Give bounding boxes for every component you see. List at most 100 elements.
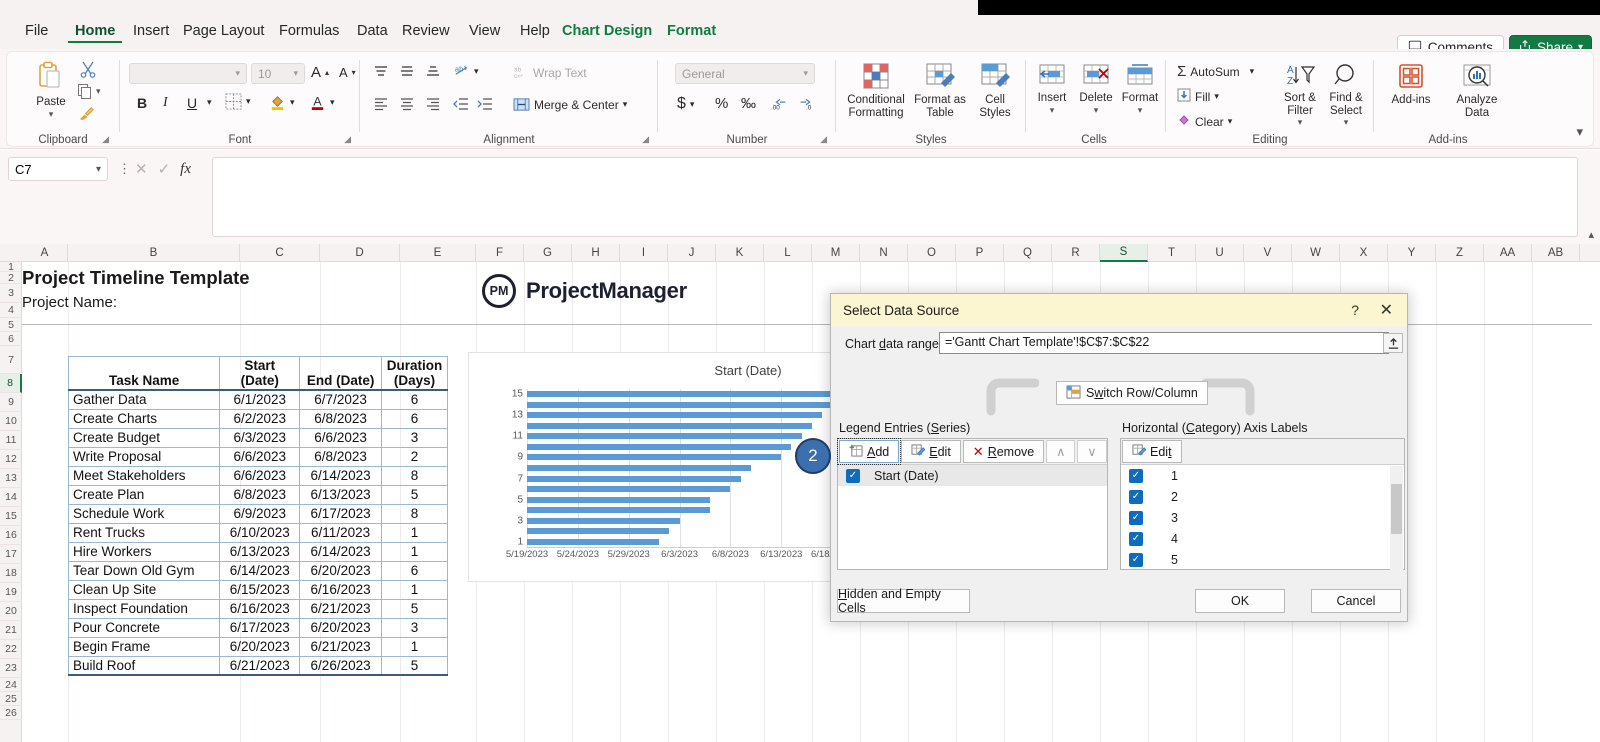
underline-button[interactable]: U [187, 95, 197, 111]
table-row[interactable]: Write Proposal 6/6/2023 6/8/2023 2 [67, 446, 448, 467]
column-header-Y[interactable]: Y [1388, 244, 1436, 262]
row-header-5[interactable]: 5 [0, 318, 22, 332]
currency-button[interactable]: $ ▾ [677, 95, 694, 113]
ok-button[interactable]: OK [1195, 589, 1285, 613]
cell-styles-button[interactable]: Cell Styles [969, 63, 1021, 119]
edit-series-button[interactable]: Edit [901, 440, 961, 463]
task-table[interactable]: Task Name Start (Date) End (Date) Durati… [67, 356, 448, 676]
row-header-23[interactable]: 23 [0, 659, 22, 678]
cut-button[interactable] [79, 60, 97, 78]
column-header-W[interactable]: W [1292, 244, 1340, 262]
row-header-8[interactable]: 8 [0, 374, 22, 393]
decrease-decimal-button[interactable]: .0 [797, 95, 815, 111]
table-row[interactable]: Clean Up Site 6/15/2023 6/16/2023 1 [67, 579, 448, 600]
more-options-icon[interactable]: ⋮ [118, 161, 131, 177]
row-header-12[interactable]: 12 [0, 450, 22, 469]
checkbox[interactable]: ✓ [1129, 510, 1143, 525]
ribbon-tab-insert[interactable]: Insert [126, 21, 176, 41]
column-header-N[interactable]: N [860, 244, 908, 262]
column-header-C[interactable]: C [240, 244, 320, 262]
percent-button[interactable]: % [715, 95, 728, 112]
paste-button[interactable]: Paste ▾ [27, 61, 75, 120]
edit-axis-labels-button[interactable]: Edit [1122, 440, 1182, 463]
row-header-13[interactable]: 13 [0, 469, 22, 488]
scrollbar-thumb[interactable] [1391, 484, 1402, 534]
column-header-V[interactable]: V [1244, 244, 1292, 262]
axis-list-item[interactable]: ✓ 3 [1121, 507, 1404, 528]
axis-labels-list[interactable]: ✓ 1 ✓ 2 ✓ 3 ✓ 4 ✓ 5 [1121, 465, 1404, 569]
column-header-Z[interactable]: Z [1436, 244, 1484, 262]
column-header-A[interactable]: A [22, 244, 68, 262]
table-row[interactable]: Create Charts 6/2/2023 6/8/2023 6 [67, 408, 448, 429]
cancel-formula-icon[interactable]: ✕ [135, 160, 148, 178]
insert-function-icon[interactable]: fx [180, 161, 191, 178]
increase-decimal-button[interactable]: .00 [771, 95, 789, 111]
table-row[interactable]: Tear Down Old Gym 6/14/2023 6/20/2023 6 [67, 560, 448, 581]
checkbox[interactable]: ✓ [1129, 552, 1143, 567]
ribbon-tab-format[interactable]: Format [660, 21, 723, 41]
bold-button[interactable]: B [137, 95, 147, 111]
row-header-3[interactable]: 3 [0, 284, 22, 303]
table-row[interactable]: Gather Data 6/1/2023 6/7/2023 6 [67, 389, 448, 410]
column-header-F[interactable]: F [476, 244, 524, 262]
ribbon-collapse-chevron-icon[interactable]: ▾ [1576, 124, 1583, 140]
help-icon[interactable]: ? [1351, 302, 1359, 318]
conditional-formatting-button[interactable]: Conditional Formatting [843, 63, 909, 119]
find-select-button[interactable]: Find & Select ▾ [1323, 63, 1369, 128]
axis-list-scrollbar[interactable] [1390, 466, 1403, 570]
remove-series-button[interactable]: ✕ Remove [962, 440, 1045, 463]
font-color-button[interactable]: A ▾ [309, 93, 335, 111]
row-header-17[interactable]: 17 [0, 545, 22, 564]
table-row[interactable]: Build Roof 6/21/2023 6/26/2023 5 [67, 655, 448, 676]
ribbon-tab-chart-design[interactable]: Chart Design [555, 21, 659, 41]
checkbox[interactable]: ✓ [1129, 468, 1143, 483]
column-header-T[interactable]: T [1148, 244, 1196, 262]
decrease-indent-button[interactable] [453, 97, 469, 111]
column-header-I[interactable]: I [620, 244, 668, 262]
row-header-25[interactable]: 25 [0, 692, 22, 706]
row-header-7[interactable]: 7 [0, 346, 22, 374]
format-cells-button[interactable]: Format ▾ [1119, 63, 1161, 116]
ribbon-tab-file[interactable]: File [18, 21, 55, 41]
row-header-10[interactable]: 10 [0, 412, 22, 431]
row-header-20[interactable]: 20 [0, 602, 22, 621]
row-header-19[interactable]: 19 [0, 583, 22, 602]
ribbon-tab-view[interactable]: View [462, 21, 507, 41]
close-icon[interactable]: ✕ [1380, 300, 1393, 320]
column-header-Q[interactable]: Q [1004, 244, 1052, 262]
font-name-input[interactable]: ▾ [129, 63, 247, 84]
row-header-1[interactable]: 1 [0, 261, 22, 273]
column-header-K[interactable]: K [716, 244, 764, 262]
align-right-button[interactable] [425, 97, 441, 111]
wrap-text-button[interactable]: ab c↩ Wrap Text [513, 65, 587, 81]
column-header-D[interactable]: D [320, 244, 400, 262]
align-middle-button[interactable] [399, 65, 415, 79]
orientation-button[interactable]: ab ▾ [453, 63, 479, 79]
axis-list-item[interactable]: ✓ 5 [1121, 549, 1404, 569]
hidden-empty-cells-button[interactable]: Hidden and Empty Cells [837, 587, 970, 615]
axis-list-item[interactable]: ✓ 4 [1121, 528, 1404, 549]
column-header-E[interactable]: E [400, 244, 476, 262]
column-header-H[interactable]: H [572, 244, 620, 262]
ribbon-tab-help[interactable]: Help [513, 21, 557, 41]
underline-dropdown[interactable]: ▾ [207, 97, 212, 108]
table-row[interactable]: Create Plan 6/8/2023 6/13/2023 5 [67, 484, 448, 505]
number-format-select[interactable]: General ▾ [675, 63, 815, 84]
row-header-6[interactable]: 6 [0, 332, 22, 346]
cancel-button[interactable]: Cancel [1311, 589, 1401, 613]
column-header-J[interactable]: J [668, 244, 716, 262]
align-top-button[interactable] [373, 65, 389, 79]
name-box[interactable]: C7 ▾ [8, 157, 108, 181]
row-header-22[interactable]: 22 [0, 640, 22, 659]
column-header-AB[interactable]: AB [1532, 244, 1580, 262]
ribbon-tab-page-layout[interactable]: Page Layout [176, 21, 271, 41]
table-row[interactable]: Inspect Foundation 6/16/2023 6/21/2023 5 [67, 598, 448, 619]
ribbon-tab-formulas[interactable]: Formulas [272, 21, 346, 41]
table-row[interactable]: Hire Workers 6/13/2023 6/14/2023 1 [67, 541, 448, 562]
analyze-data-button[interactable]: Analyze Data [1449, 63, 1505, 119]
column-header-M[interactable]: M [812, 244, 860, 262]
decrease-font-size-button[interactable]: A ▾ [339, 65, 356, 80]
italic-button[interactable]: I [163, 95, 168, 111]
row-header-11[interactable]: 11 [0, 431, 22, 450]
increase-font-size-button[interactable]: A ▴ [311, 64, 329, 81]
